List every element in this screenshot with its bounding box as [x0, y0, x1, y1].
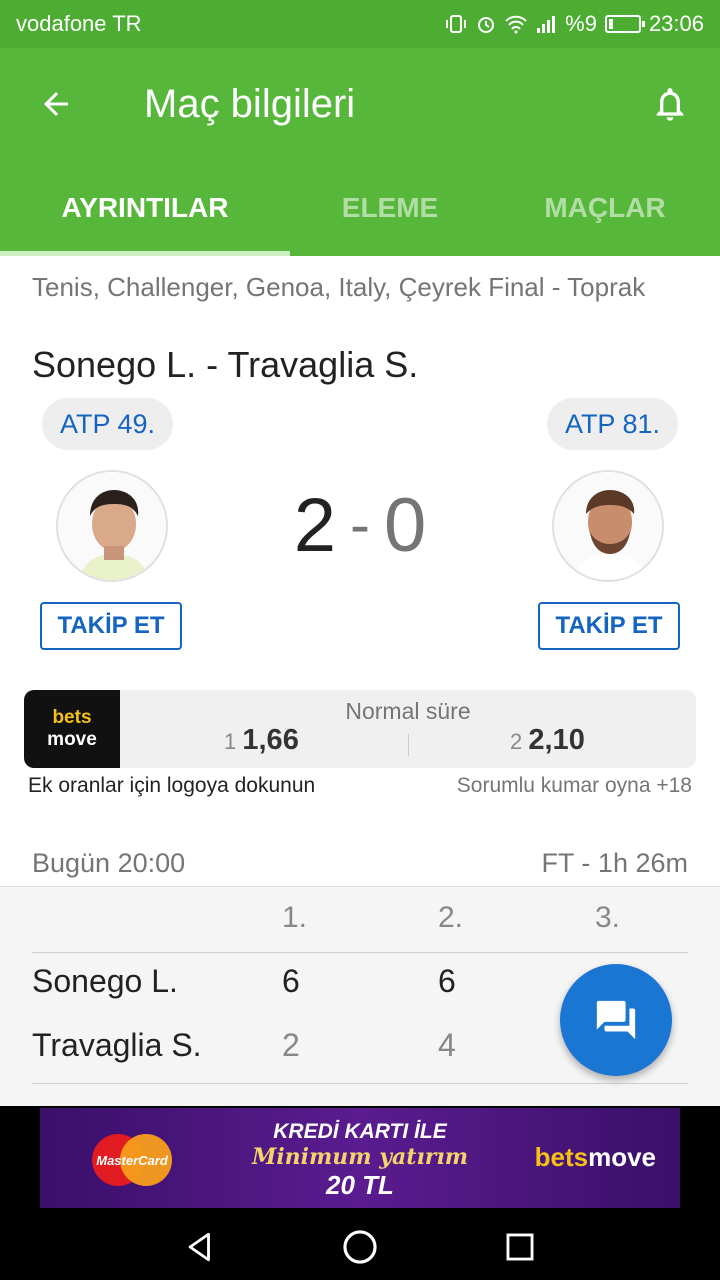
set-3-header: 3. [595, 901, 621, 934]
match-category: Tenis, Challenger, Genoa, Italy, Çeyrek … [32, 272, 646, 302]
odds-hint: Ek oranlar için logoya dokunun [28, 774, 316, 797]
nav-home-button[interactable] [330, 1217, 390, 1277]
set-score: 2 [282, 1027, 300, 1063]
set-score: 6 [438, 963, 456, 999]
comments-fab[interactable] [560, 964, 672, 1076]
page-title: Maç bilgileri [144, 81, 356, 126]
score-table-header: 1. 2. 3. [32, 887, 688, 953]
back-arrow-icon [44, 92, 68, 116]
circle-home-icon [343, 1230, 377, 1264]
follow-home-button[interactable]: TAKİP ET [40, 602, 182, 650]
follow-away-button[interactable]: TAKİP ET [538, 602, 680, 650]
away-score: 0 [383, 483, 427, 568]
odds-period: Normal süre [345, 698, 471, 724]
tab-bar: AYRINTILAR ELEME MAÇLAR [0, 160, 720, 256]
svg-text:MasterCard: MasterCard [96, 1153, 169, 1168]
away-rank-badge: ATP 81. [546, 398, 678, 450]
mastercard-logo-icon: MasterCard [92, 1134, 172, 1186]
tab-matches[interactable]: MAÇLAR [490, 160, 720, 256]
set-score: 4 [438, 1027, 456, 1063]
nav-recents-button[interactable] [490, 1217, 550, 1277]
tab-details[interactable]: AYRINTILAR [0, 160, 290, 256]
match-score: 2-0 [0, 482, 720, 569]
odds-divider [408, 734, 409, 756]
ad-text: KREDİ KARTI İLE Minimum yatırım 20 TL [251, 1120, 469, 1200]
wifi-icon [505, 15, 527, 34]
ad-area: MasterCard KREDİ KARTI İLE Minimum yatır… [0, 1106, 720, 1214]
notification-button[interactable] [620, 48, 720, 160]
chat-icon [596, 1000, 636, 1040]
odds-panel[interactable]: bets move Normal süre 1 1,66 2 2,10 [24, 690, 696, 768]
status-icons: %9 23:06 [445, 11, 704, 37]
bell-icon [656, 88, 684, 121]
system-nav-bar [0, 1214, 720, 1280]
clock: 23:06 [648, 11, 704, 36]
battery-percent: %9 [565, 11, 597, 36]
signal-icon [537, 16, 556, 33]
match-title: Sonego L. - Travaglia S. [32, 344, 419, 385]
betsmove-logo[interactable]: bets move [24, 690, 120, 768]
table-divider [32, 1083, 688, 1084]
app-bar: Maç bilgileri [0, 48, 720, 160]
match-status: FT - 1h 26m [541, 848, 688, 878]
home-rank-badge: ATP 49. [42, 398, 174, 450]
tab-draw[interactable]: ELEME [290, 160, 490, 256]
match-start-time: Bugün 20:00 [32, 848, 186, 878]
set-2-header: 2. [438, 901, 464, 934]
away-odds[interactable]: 2 2,10 [510, 724, 585, 757]
set-1-header: 1. [282, 901, 308, 934]
square-recents-icon [506, 1233, 534, 1261]
battery-icon [604, 15, 645, 33]
vibrate-icon [446, 15, 467, 33]
player-name: Sonego L. [32, 963, 178, 999]
back-button[interactable] [0, 48, 112, 160]
triangle-back-icon [188, 1232, 210, 1262]
score-separator: - [350, 491, 370, 558]
home-odds[interactable]: 1 1,66 [224, 724, 299, 757]
set-score: 6 [282, 963, 300, 999]
responsible-gambling-note: Sorumlu kumar oyna +18 [456, 774, 692, 797]
player-name: Travaglia S. [32, 1027, 202, 1063]
status-bar: vodafone TR %9 23:06 [0, 0, 720, 48]
home-score: 2 [293, 483, 336, 568]
carrier-label: vodafone TR [16, 11, 142, 36]
ad-brand-logo: betsmove [534, 1142, 656, 1172]
alarm-icon [478, 17, 495, 33]
match-time-row: Bugün 20:00 FT - 1h 26m [32, 848, 688, 879]
nav-back-button[interactable] [170, 1217, 230, 1277]
ad-banner[interactable]: MasterCard KREDİ KARTI İLE Minimum yatır… [40, 1108, 680, 1208]
